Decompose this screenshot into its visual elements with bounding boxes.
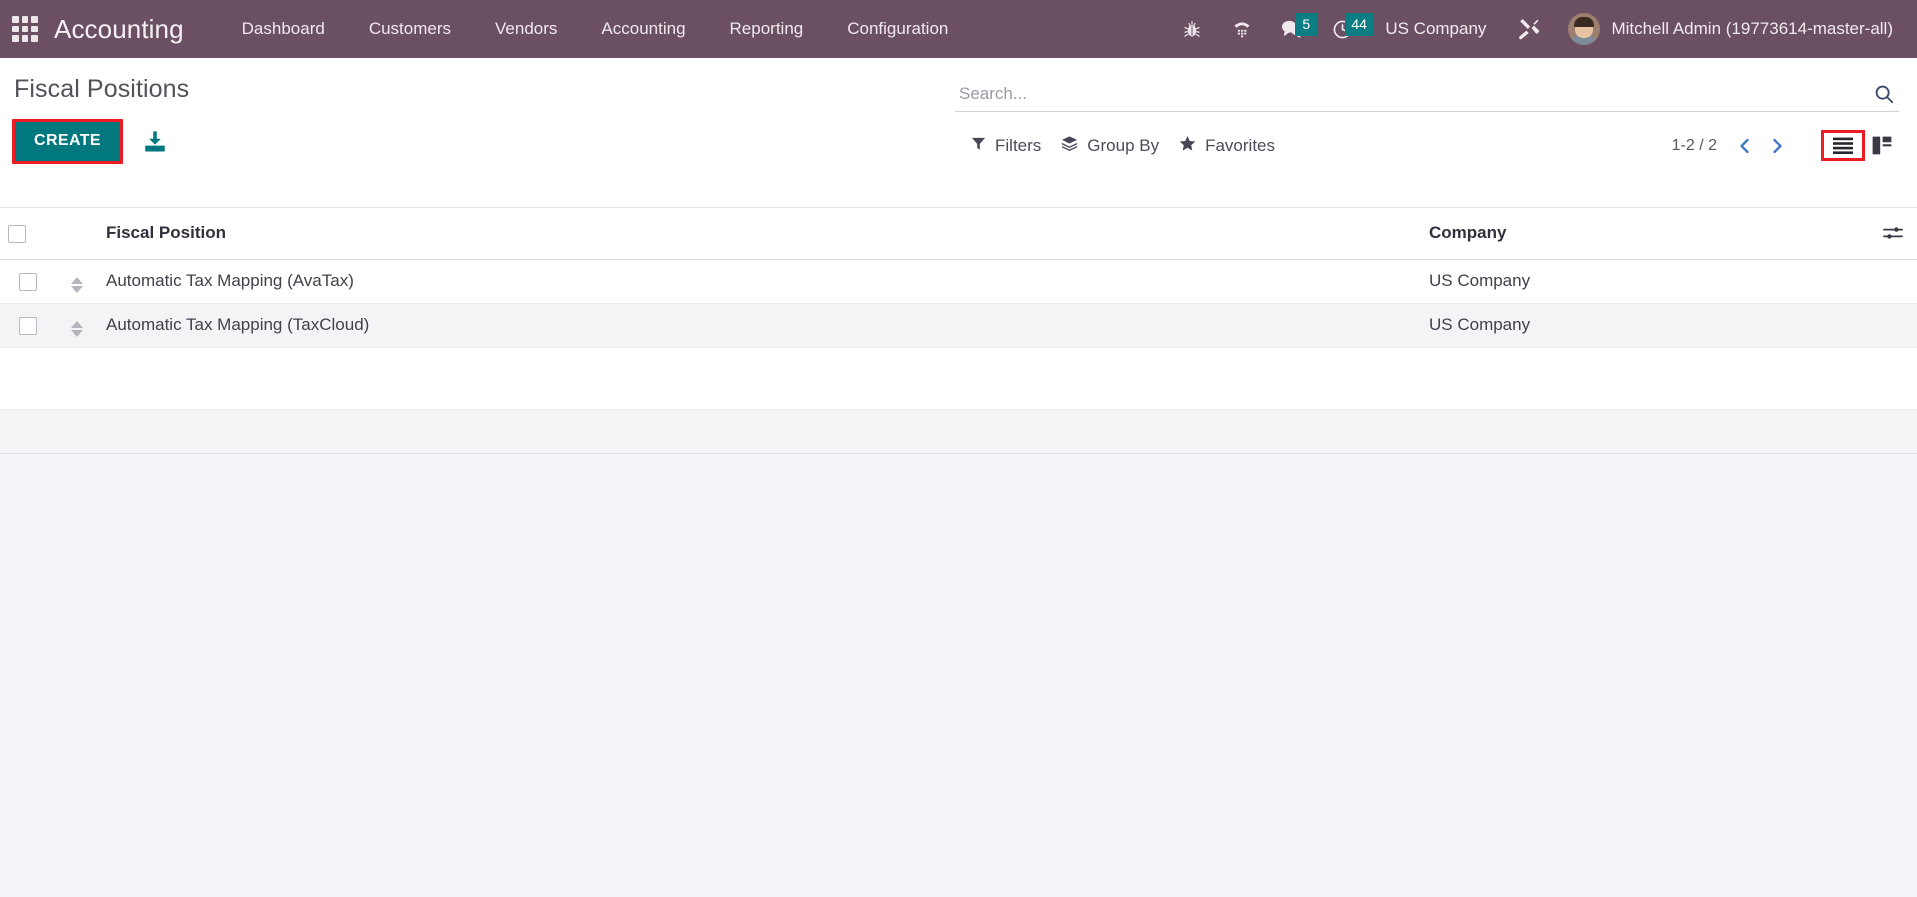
bug-icon[interactable] (1167, 9, 1217, 49)
row-options-cell (1851, 259, 1917, 304)
cell-fiscal-position[interactable]: Automatic Tax Mapping (AvaTax) (98, 259, 1421, 304)
create-button-highlight: CREATE (12, 119, 123, 164)
main-menu: Dashboard Customers Vendors Accounting R… (220, 11, 971, 47)
favorites-label: Favorites (1205, 135, 1276, 155)
control-panel: Fiscal Positions CREATE Search... Filter… (0, 58, 1917, 208)
cell-fiscal-position[interactable]: Automatic Tax Mapping (TaxCloud) (98, 303, 1421, 348)
kanban-view-icon[interactable] (1865, 131, 1899, 160)
menu-item-dashboard[interactable]: Dashboard (220, 11, 347, 47)
page-background (0, 454, 1917, 897)
phone-dialpad-icon[interactable] (1217, 9, 1267, 49)
column-options-header (1851, 208, 1917, 260)
user-menu[interactable]: Mitchell Admin (19773614-master-all) (1554, 9, 1895, 49)
table-row[interactable]: Automatic Tax Mapping (TaxCloud) US Comp… (0, 303, 1917, 348)
search-icon[interactable] (1863, 83, 1899, 107)
table-header-row: Fiscal Position Company (0, 208, 1917, 260)
list-table: Fiscal Position Company Automatic Tax Ma… (0, 208, 1917, 410)
import-download-icon[interactable] (141, 128, 169, 156)
create-button[interactable]: CREATE (15, 122, 120, 161)
activity-badge-count: 44 (1345, 13, 1373, 36)
table-row[interactable]: Automatic Tax Mapping (AvaTax) US Compan… (0, 259, 1917, 304)
column-header-company[interactable]: Company (1421, 208, 1851, 260)
clock-activity-icon[interactable]: 44 (1317, 9, 1373, 49)
empty-filler-row (0, 347, 1917, 410)
avatar (1568, 13, 1601, 45)
user-name-label: Mitchell Admin (19773614-master-all) (1611, 19, 1893, 38)
control-panel-left: Fiscal Positions CREATE (12, 66, 772, 164)
control-panel-right: Filters Group By (955, 58, 1899, 161)
list-view-icon[interactable] (1821, 130, 1865, 161)
row-handle-cell (56, 259, 98, 304)
row-options-cell (1851, 303, 1917, 348)
cell-company[interactable]: US Company (1421, 259, 1851, 304)
wrench-screwdriver-icon[interactable] (1504, 9, 1554, 49)
view-switcher (1821, 130, 1899, 161)
top-navbar: Accounting Dashboard Customers Vendors A… (0, 0, 1917, 58)
chat-badge-count: 5 (1295, 13, 1318, 36)
group-by-button[interactable]: Group By (1057, 131, 1175, 161)
row-select-cell (0, 259, 56, 304)
chevron-right-icon[interactable] (1761, 135, 1793, 157)
row-checkbox[interactable] (19, 272, 37, 291)
group-by-label: Group By (1087, 135, 1160, 155)
pager: 1-2 / 2 (1672, 130, 1899, 161)
row-select-cell (0, 303, 56, 348)
chat-bubble-icon[interactable]: 5 (1267, 9, 1318, 49)
table-body: Automatic Tax Mapping (AvaTax) US Compan… (0, 259, 1917, 410)
cell-company[interactable]: US Company (1421, 303, 1851, 348)
menu-item-vendors[interactable]: Vendors (473, 11, 579, 47)
menu-item-configuration[interactable]: Configuration (825, 11, 970, 47)
layers-icon (1061, 135, 1078, 157)
pager-range[interactable]: 1-2 / 2 (1672, 137, 1729, 155)
favorites-button[interactable]: Favorites (1175, 131, 1291, 161)
app-brand-accounting[interactable]: Accounting (54, 14, 184, 45)
navbar-right-zone: 5 44 US Company Mitchell Admin (19773614… (1167, 9, 1895, 49)
apps-grid-icon[interactable] (8, 12, 42, 46)
search-bar[interactable] (955, 70, 1899, 112)
row-checkbox[interactable] (19, 316, 37, 335)
page-title: Fiscal Positions (14, 75, 190, 103)
fiscal-positions-list: Fiscal Position Company Automatic Tax Ma… (0, 208, 1917, 454)
menu-item-reporting[interactable]: Reporting (708, 11, 826, 47)
column-header-fiscal-position[interactable]: Fiscal Position (98, 208, 1421, 260)
handle-header (56, 208, 98, 260)
select-all-checkbox[interactable] (8, 224, 26, 243)
control-panel-buttons: CREATE (12, 119, 772, 164)
select-all-header (0, 208, 56, 260)
star-icon (1179, 135, 1196, 157)
row-handle-cell (56, 303, 98, 348)
search-facets: Filters Group By Favorites 1-2 / 2 (955, 130, 1899, 161)
chevron-left-icon[interactable] (1729, 135, 1761, 157)
filters-label: Filters (995, 135, 1042, 155)
filter-funnel-icon (971, 136, 986, 156)
filters-button[interactable]: Filters (967, 132, 1057, 160)
search-input[interactable] (955, 84, 1863, 107)
drag-handle-icon[interactable] (71, 321, 83, 337)
column-options-icon[interactable] (1859, 225, 1909, 241)
menu-item-customers[interactable]: Customers (347, 11, 473, 47)
list-footer-band (0, 410, 1917, 454)
active-company-selector[interactable]: US Company (1367, 11, 1504, 47)
drag-handle-icon[interactable] (71, 277, 83, 293)
content-sheet: Fiscal Positions CREATE Search... Filter… (0, 58, 1917, 454)
menu-item-accounting[interactable]: Accounting (579, 11, 707, 47)
